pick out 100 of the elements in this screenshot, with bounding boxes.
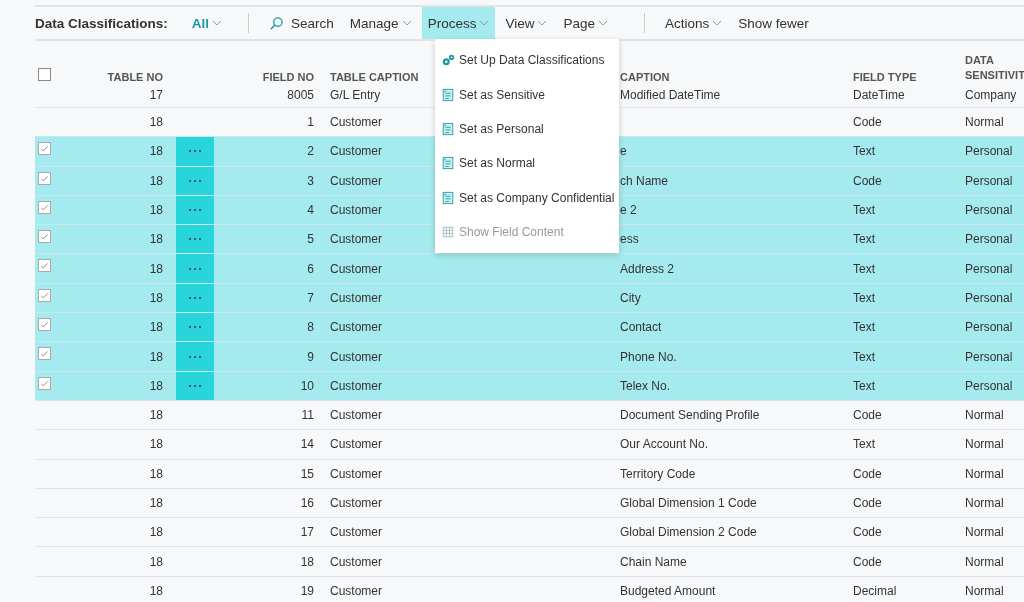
table-cell: Code [853, 115, 882, 130]
table-cell: Text [853, 437, 875, 452]
table-cell: 11 [301, 408, 314, 423]
table-cell: 3 [307, 173, 314, 188]
table-cell: 18 [149, 144, 163, 159]
table-cell: Normal [965, 554, 1004, 569]
table-cell: 8005 [287, 88, 314, 102]
page-title: Data Classifications: [35, 15, 168, 31]
table-cell: Personal [965, 203, 1013, 218]
table-cell: Customer [330, 583, 382, 598]
table-cell: Our Account No. [620, 437, 709, 452]
column-header: FIELD TYPE [853, 71, 917, 83]
table-cell: 17 [149, 88, 163, 102]
table-cell: Personal [965, 320, 1013, 335]
table-cell: Territory Code [620, 466, 696, 481]
table-cell: Global Dimension 1 Code [620, 496, 757, 510]
table-cell: Text [853, 349, 875, 364]
table-cell: 18 [149, 583, 163, 598]
table-cell: 19 [300, 583, 314, 598]
table-cell: City [620, 290, 641, 305]
table-cell: ch Name [620, 173, 669, 188]
table-cell: 17 [300, 525, 314, 540]
table-cell: Text [853, 144, 875, 159]
table-cell: 6 [307, 261, 314, 276]
table-cell: Code [853, 466, 882, 481]
table-cell: Customer [330, 408, 382, 423]
table-cell: Customer [330, 173, 382, 188]
table-cell: 18 [149, 554, 163, 569]
table-cell: 18 [149, 378, 163, 393]
table-cell: 18 [149, 320, 163, 335]
table-cell: Code [853, 525, 882, 540]
table-cell: 7 [307, 290, 314, 305]
table-cell: Global Dimension 2 Code [620, 525, 757, 540]
table-cell: Customer [330, 525, 382, 540]
table-cell: Normal [965, 466, 1004, 481]
table-cell: Normal [965, 583, 1004, 598]
table-cell: Address 2 [620, 261, 675, 276]
table-cell: 14 [300, 437, 314, 452]
table-cell: 1 [307, 115, 314, 130]
table-cell: Customer [330, 290, 382, 305]
table-cell: Text [853, 320, 875, 335]
table-cell: Customer [330, 437, 382, 452]
table-cell: Normal [965, 408, 1004, 423]
table-cell: DateTime [853, 88, 905, 102]
table-cell: Customer [330, 466, 382, 481]
table-cell: Customer [330, 144, 382, 159]
table-cell: 4 [307, 203, 314, 218]
table-cell: ess [620, 232, 639, 247]
table-cell: Customer [330, 203, 382, 218]
table-cell: 18 [149, 232, 163, 247]
table-cell: Personal [965, 290, 1013, 305]
table-cell: 18 [149, 408, 163, 423]
table-cell: Budgeted Amount [620, 583, 716, 598]
table-cell: 18 [149, 290, 163, 305]
table-cell: Personal [965, 232, 1013, 247]
table-cell: 8 [307, 320, 314, 335]
table-cell: 18 [149, 261, 163, 276]
table-cell: Customer [330, 320, 382, 335]
table-cell: Code [853, 173, 882, 188]
table-cell: Code [853, 408, 882, 423]
table-cell: 16 [300, 496, 314, 510]
table-cell: Modified DateTime [620, 88, 721, 102]
column-header: FIELD NO [262, 71, 314, 83]
table-cell: e [620, 144, 627, 159]
table-cell: Company [965, 88, 1017, 102]
table-cell: 2 [307, 144, 314, 159]
table-cell: Contact [620, 320, 662, 335]
table-cell: Normal [965, 437, 1004, 452]
table-cell: 18 [149, 349, 163, 364]
table-cell: 15 [300, 466, 314, 481]
table-cell: 18 [149, 496, 163, 510]
table-cell: Personal [965, 144, 1013, 159]
table-cell: 18 [149, 437, 163, 452]
table-cell: Decimal [853, 583, 897, 598]
table-cell: Document Sending Profile [620, 408, 760, 423]
table-cell: Customer [330, 115, 382, 130]
table-cell: 18 [149, 525, 163, 540]
column-header: TABLE NO [107, 71, 163, 83]
table-cell: 9 [307, 349, 314, 364]
table-cell: 18 [300, 554, 314, 569]
table-cell: Code [853, 554, 882, 569]
column-header: DATA SENSITIVIT [965, 53, 1024, 83]
table-cell: 18 [149, 203, 163, 218]
table-cell: Text [853, 232, 875, 247]
table-cell: Customer [330, 232, 382, 247]
table-cell: G/L Entry [330, 88, 381, 102]
table-cell: Code [853, 496, 882, 510]
table-cell: Telex No. [620, 378, 671, 393]
table-cell: 10 [300, 378, 314, 393]
column-header: TABLE CAPTION [330, 71, 419, 83]
table-cell: Chain Name [620, 554, 687, 569]
table-cell: Personal [965, 173, 1013, 188]
table-cell: Text [853, 378, 875, 393]
table-cell: Customer [330, 349, 382, 364]
table-cell: Customer [330, 496, 382, 510]
table-cell: Phone No. [620, 349, 677, 364]
table-cell: e 2 [620, 203, 637, 218]
table-cell: Personal [965, 261, 1013, 276]
table-cell: 18 [149, 173, 163, 188]
table-cell: 5 [307, 232, 314, 247]
